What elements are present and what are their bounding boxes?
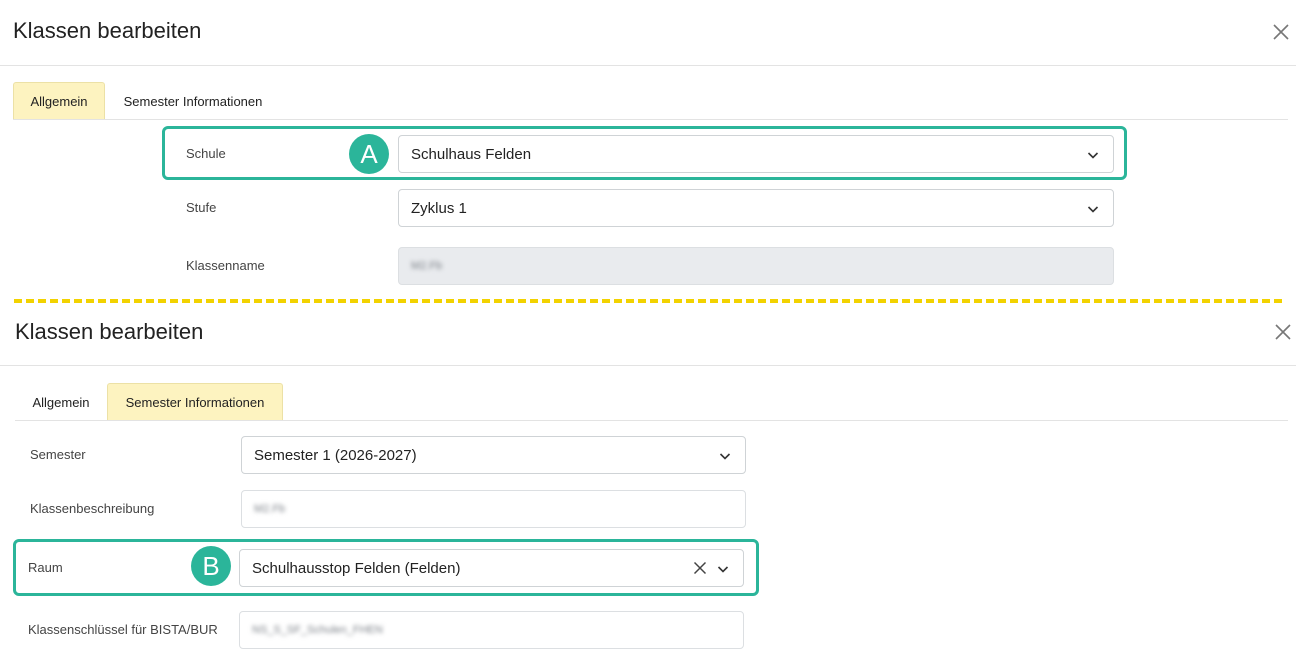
klassenschluessel-value: NS_S_SF_Schulen_FHEN	[252, 624, 383, 636]
tab-semester-informationen[interactable]: Semester Informationen	[110, 82, 276, 120]
tab-allgemein[interactable]: Allgemein	[15, 383, 107, 421]
raum-label: Raum	[28, 560, 63, 575]
klassenbeschreibung-label: Klassenbeschreibung	[30, 501, 155, 516]
tab-divider	[15, 420, 1288, 421]
header-divider	[0, 65, 1296, 66]
chevron-down-icon	[1087, 203, 1099, 215]
dialog-semester-informationen: Klassen bearbeiten Allgemein Semester In…	[0, 306, 1296, 655]
dashed-divider	[14, 299, 1282, 303]
header-divider	[0, 365, 1296, 366]
clear-icon[interactable]	[693, 561, 707, 575]
semester-label: Semester	[30, 447, 86, 462]
klassenname-value: M2.Fb	[411, 260, 443, 272]
chevron-down-icon	[717, 563, 729, 575]
raum-select[interactable]: Schulhausstop Felden (Felden)	[239, 549, 744, 587]
stufe-value: Zyklus 1	[411, 199, 467, 217]
klassenbeschreibung-value: M2.Fb	[254, 503, 286, 515]
tab-semester-informationen[interactable]: Semester Informationen	[107, 383, 283, 421]
raum-value: Schulhausstop Felden (Felden)	[252, 559, 461, 577]
klassenbeschreibung-input[interactable]: M2.Fb	[241, 490, 746, 528]
chevron-down-icon	[719, 450, 731, 462]
dialog-allgemein: Klassen bearbeiten Allgemein Semester In…	[0, 0, 1296, 300]
schule-select[interactable]: Schulhaus Felden	[398, 135, 1114, 173]
tab-divider	[13, 119, 1288, 120]
klassenschluessel-input[interactable]: NS_S_SF_Schulen_FHEN	[239, 611, 744, 649]
schule-value: Schulhaus Felden	[411, 145, 532, 163]
close-icon[interactable]	[1273, 322, 1293, 342]
badge-a: A	[349, 134, 389, 174]
schule-label: Schule	[186, 146, 226, 161]
semester-value: Semester 1 (2026-2027)	[254, 446, 417, 464]
chevron-down-icon	[1087, 149, 1099, 161]
dialog-title: Klassen bearbeiten	[15, 319, 204, 344]
klassenname-label: Klassenname	[186, 258, 265, 273]
close-icon[interactable]	[1271, 22, 1291, 42]
stufe-select[interactable]: Zyklus 1	[398, 189, 1114, 227]
semester-select[interactable]: Semester 1 (2026-2027)	[241, 436, 746, 474]
stufe-label: Stufe	[186, 200, 217, 215]
klassenschluessel-label: Klassenschlüssel für BISTA/BUR	[28, 622, 218, 637]
tab-allgemein[interactable]: Allgemein	[13, 82, 105, 120]
klassenname-input: M2.Fb	[398, 247, 1114, 285]
dialog-title: Klassen bearbeiten	[13, 18, 202, 43]
badge-b: B	[191, 546, 231, 586]
